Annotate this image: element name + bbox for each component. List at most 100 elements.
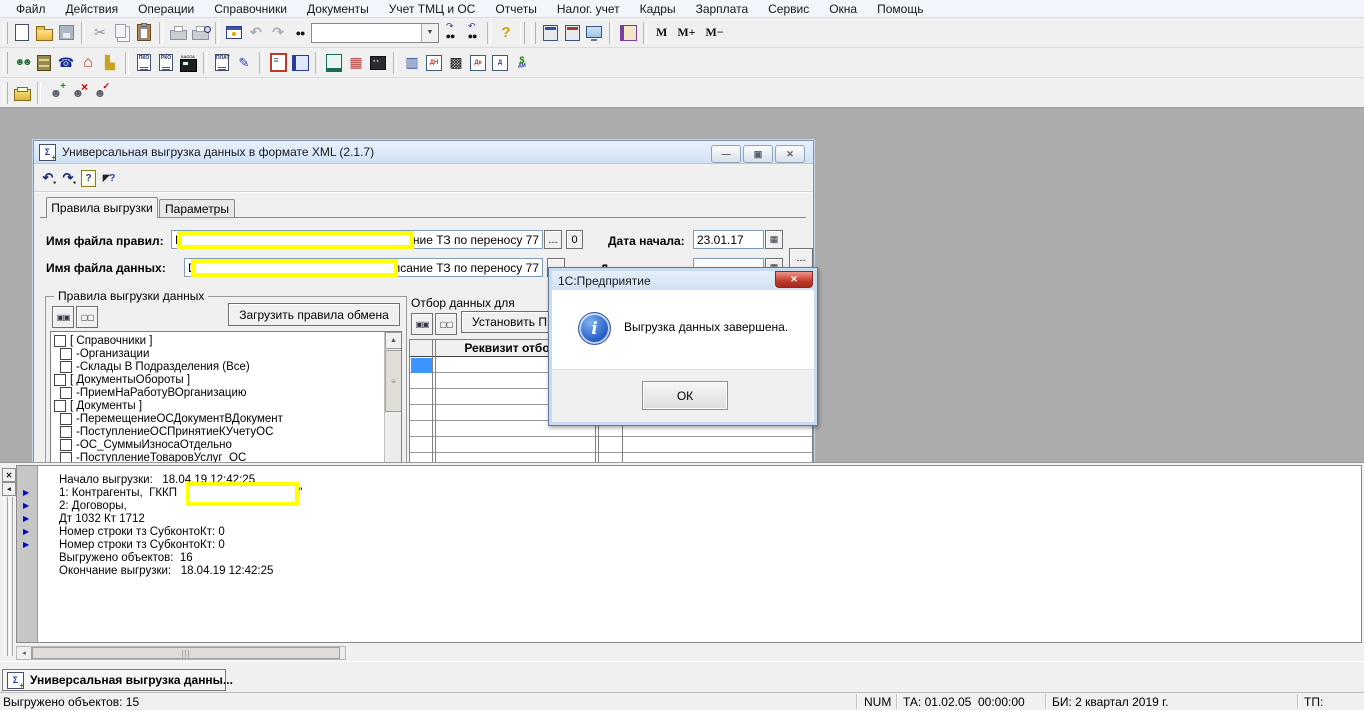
log-line[interactable]: 2: Договоры, <box>59 500 127 513</box>
window-tab-export[interactable]: Универсальная выгрузка данны... <box>2 669 226 691</box>
tree-item[interactable]: -ПоступлениеОСПринятиеКУчетуОС <box>52 425 384 438</box>
log-marker-icon[interactable]: ▶ <box>23 527 29 536</box>
save-icon[interactable] <box>55 22 77 44</box>
filter-check-all-icon[interactable]: ▣▣ <box>411 313 433 335</box>
tree-scrollbar[interactable]: ▲ ≡ <box>384 332 401 462</box>
menu-windows[interactable]: Окна <box>819 2 867 16</box>
tree-item[interactable]: -Склады В Подразделения (Все) <box>52 360 384 373</box>
rules-file-browse-button[interactable]: ... <box>544 230 562 249</box>
tree-item[interactable]: [ Документы ] <box>52 399 384 412</box>
help-icon[interactable] <box>495 22 517 44</box>
cash-register-icon[interactable]: КАССА <box>177 52 199 74</box>
tab-parameters[interactable]: Параметры <box>159 199 235 218</box>
scrollbar-thumb[interactable]: ≡ <box>385 350 402 412</box>
film-archive-icon[interactable] <box>367 52 389 74</box>
blue-journal-icon[interactable] <box>289 52 311 74</box>
search-combobox-value[interactable] <box>312 24 421 42</box>
filter-uncheck-all-icon[interactable]: ▢▢ <box>435 313 457 335</box>
ok-button[interactable]: ОК <box>642 381 728 410</box>
scrollbar-thumb[interactable]: ||| <box>32 647 340 659</box>
open-file-icon[interactable] <box>33 22 55 44</box>
checkbox-icon[interactable] <box>54 335 66 347</box>
status-ta-date[interactable]: ТА: 01.02.05 00:00:00 <box>903 695 1025 709</box>
restore-button[interactable]: ▣ <box>743 145 773 163</box>
load-exchange-rules-button[interactable]: Загрузить правила обмена <box>228 303 400 326</box>
log-hscrollbar[interactable]: ◂ ||| <box>16 646 346 660</box>
cabinet-icon[interactable] <box>33 52 55 74</box>
memory-recall-button[interactable]: М <box>651 25 672 40</box>
tree-item[interactable]: [ ДокументыОбороты ] <box>52 373 384 386</box>
menu-documents[interactable]: Документы <box>297 2 379 16</box>
find-previous-icon[interactable] <box>461 22 483 44</box>
checkbox-icon[interactable] <box>60 426 72 438</box>
log-line[interactable]: Дт 1032 Кт 1712 <box>59 513 145 526</box>
checkbox-icon[interactable] <box>60 413 72 425</box>
start-date-input[interactable]: 23.01.17 <box>693 230 764 249</box>
calculator-icon[interactable] <box>539 22 561 44</box>
copy-icon[interactable] <box>111 22 133 44</box>
memory-subtract-button[interactable]: М− <box>701 25 729 40</box>
menu-actions[interactable]: Действия <box>56 2 129 16</box>
user-edit-icon[interactable] <box>89 82 111 104</box>
dock-grip[interactable] <box>4 497 8 656</box>
tab-export-rules[interactable]: Правила выгрузки <box>46 197 158 218</box>
redo-icon[interactable] <box>267 22 289 44</box>
menu-catalogs[interactable]: Справочники <box>204 2 297 16</box>
search-combobox[interactable]: ▼ <box>311 23 439 43</box>
menu-salary[interactable]: Зарплата <box>686 2 759 16</box>
status-bi-period[interactable]: БИ: 2 квартал 2019 г. <box>1052 695 1168 709</box>
log-collapse-icon[interactable]: ◂ <box>2 482 16 496</box>
toolbar-grip[interactable] <box>3 22 8 44</box>
side-dots-button[interactable]: ... <box>789 248 813 268</box>
tree-item[interactable]: -ПеремещениеОСДокументВДокумент <box>52 412 384 425</box>
log-line[interactable]: Окончание выгрузки: 18.04.19 12:42:25 <box>59 565 273 578</box>
find-next-icon[interactable] <box>439 22 461 44</box>
counterparties-icon[interactable] <box>11 52 33 74</box>
checkbox-icon[interactable] <box>54 400 66 412</box>
toolbar-grip[interactable] <box>520 22 525 44</box>
dk-report-icon[interactable]: Дк <box>467 52 489 74</box>
phone-directory-icon[interactable] <box>55 52 77 74</box>
checkbox-icon[interactable] <box>60 387 72 399</box>
warehouse-icon[interactable] <box>77 52 99 74</box>
formula-calculator-icon[interactable] <box>561 22 583 44</box>
monitor-query-icon[interactable] <box>583 22 605 44</box>
menu-service[interactable]: Сервис <box>758 2 819 16</box>
save-settings-icon[interactable] <box>58 168 78 188</box>
dock-grip[interactable] <box>9 497 13 656</box>
toolbar-grip[interactable] <box>3 82 8 104</box>
cash-expense-order-icon[interactable]: РКО <box>155 52 177 74</box>
payment-order-icon[interactable]: ПЛАТ <box>211 52 233 74</box>
menu-file[interactable]: Файл <box>6 2 56 16</box>
checkerboard-report-icon[interactable] <box>445 52 467 74</box>
log-marker-icon[interactable]: ▶ <box>23 488 29 497</box>
currency-dm-icon[interactable]: $ДМ <box>511 52 533 74</box>
chevron-down-icon[interactable]: ▼ <box>421 24 438 42</box>
card-file-icon[interactable] <box>11 82 33 104</box>
exit-window-icon[interactable] <box>223 22 245 44</box>
tree-item[interactable]: -ПоступлениеТоваровУслуг_ОС <box>52 451 384 462</box>
cash-receipt-order-icon[interactable]: ПКО <box>133 52 155 74</box>
nomenclature-icon[interactable] <box>99 52 121 74</box>
user-delete-icon[interactable] <box>67 82 89 104</box>
edit-document-icon[interactable] <box>233 52 255 74</box>
dialog-close-icon[interactable]: ✕ <box>775 271 813 288</box>
rules-tree-list[interactable]: [ Справочники ] -Организации -Склады В П… <box>50 331 402 462</box>
user-add-icon[interactable] <box>45 82 67 104</box>
tree-item[interactable]: -ПриемНаРаботуВОрганизацию <box>52 386 384 399</box>
minimize-button[interactable]: — <box>711 145 741 163</box>
invoices-icon[interactable] <box>323 52 345 74</box>
dn-report-icon[interactable]: ДН <box>423 52 445 74</box>
load-settings-icon[interactable] <box>38 168 58 188</box>
selected-cell[interactable] <box>411 358 432 373</box>
print-preview-icon[interactable] <box>189 22 211 44</box>
calendar-icon[interactable]: ▦ <box>765 230 783 249</box>
log-marker-icon[interactable]: ▶ <box>23 540 29 549</box>
menu-reports[interactable]: Отчеты <box>485 2 546 16</box>
menu-help[interactable]: Помощь <box>867 2 933 16</box>
menu-hr[interactable]: Кадры <box>630 2 686 16</box>
status-tp[interactable]: ТП: <box>1304 695 1323 709</box>
scroll-up-icon[interactable]: ▲ <box>385 332 402 349</box>
log-marker-icon[interactable]: ▶ <box>23 501 29 510</box>
menu-tax[interactable]: Налог. учет <box>547 2 630 16</box>
